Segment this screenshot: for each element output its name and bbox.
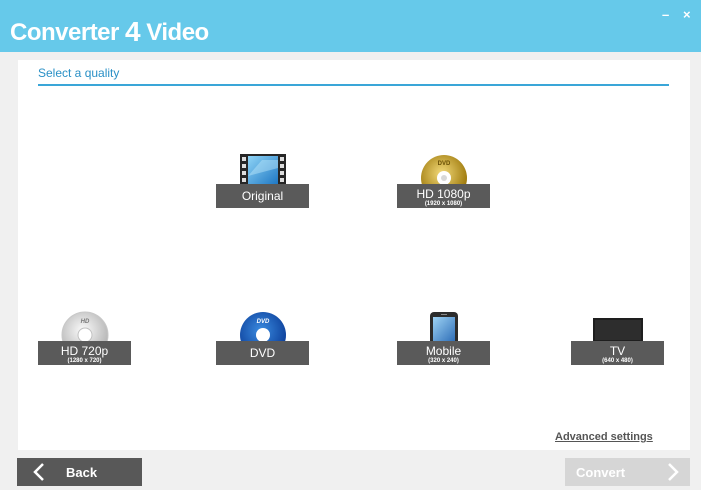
quality-dvd-label: DVD	[249, 346, 276, 360]
close-button[interactable]: ×	[683, 8, 691, 22]
convert-button[interactable]: Convert	[565, 458, 690, 486]
quality-original[interactable]: Original	[216, 154, 309, 216]
app-title: Converter 4 Video	[10, 15, 209, 47]
quality-hd720-label: HD 720p	[60, 344, 109, 358]
section-title: Select a quality	[38, 66, 120, 80]
quality-mobile[interactable]: Mobile (320 x 240)	[397, 311, 490, 373]
quality-tv-label: TV	[609, 344, 626, 358]
convert-button-label: Convert	[576, 465, 626, 480]
phone-icon	[429, 312, 458, 345]
app-title-number: 4	[125, 16, 141, 47]
svg-text:DVD: DVD	[437, 161, 450, 167]
advanced-settings-link[interactable]: Advanced settings	[555, 431, 653, 443]
quality-mobile-resolution: (320 x 240)	[428, 358, 459, 364]
svg-text:DVD: DVD	[256, 319, 269, 325]
back-button[interactable]: Back	[17, 458, 142, 486]
quality-hd1080[interactable]: DVD HD 1080p (1920 x 1080)	[397, 154, 490, 216]
chevron-left-icon	[33, 463, 44, 481]
quality-hd1080-resolution: (1920 x 1080)	[424, 201, 463, 207]
quality-hd720-resolution: (1280 x 720)	[67, 358, 102, 364]
back-button-label: Back	[66, 465, 98, 480]
chevron-right-icon	[668, 463, 679, 481]
content-panel	[18, 60, 690, 450]
svg-text:HD: HD	[80, 319, 89, 325]
film-icon	[239, 154, 286, 186]
quality-dvd[interactable]: DVD DVD	[216, 311, 309, 373]
section-divider	[38, 84, 669, 86]
title-bar: Converter 4 Video – ×	[0, 0, 701, 52]
quality-tv[interactable]: TV (640 x 480)	[571, 311, 664, 373]
quality-hd1080-label: HD 1080p	[416, 187, 471, 201]
app-title-suffix: Video	[140, 19, 209, 46]
quality-tv-resolution: (640 x 480)	[602, 358, 633, 364]
quality-mobile-label: Mobile	[425, 344, 462, 358]
app-title-prefix: Converter	[10, 19, 126, 46]
minimize-button[interactable]: –	[662, 8, 669, 22]
quality-original-label: Original	[241, 189, 284, 203]
quality-hd720[interactable]: HD HD 720p (1280 x 720)	[38, 311, 131, 373]
